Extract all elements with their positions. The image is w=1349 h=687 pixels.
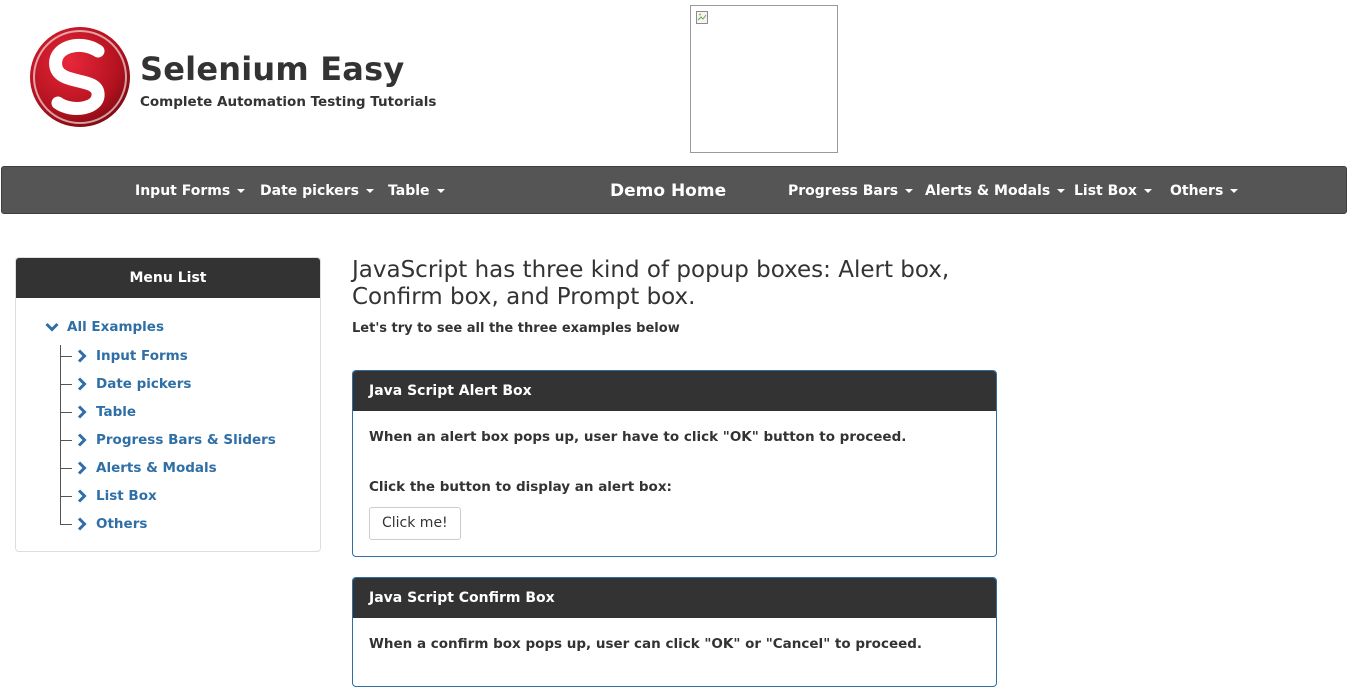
caret-down-icon (237, 189, 246, 193)
chevron-right-icon (77, 349, 87, 363)
alert-prompt: Click the button to display an alert box… (369, 479, 672, 495)
nav-label: Alerts & Modals (925, 183, 1051, 199)
alert-click-me-button[interactable]: Click me! (369, 507, 461, 540)
alert-description: When an alert box pops up, user have to … (369, 429, 907, 445)
caret-down-icon (436, 189, 445, 193)
tree-item-label: List Box (96, 488, 157, 504)
tree-item-label: Table (96, 404, 137, 420)
brand-subtitle: Complete Automation Testing Tutorials (140, 94, 437, 110)
caret-down-icon (365, 189, 374, 193)
confirm-description: When a confirm box pops up, user can cli… (369, 636, 923, 652)
chevron-right-icon (77, 377, 87, 391)
tree-item-label: Input Forms (96, 348, 188, 364)
tree-branch (60, 440, 72, 441)
caret-down-icon (1230, 189, 1239, 193)
alert-panel-heading: Java Script Alert Box (353, 371, 996, 411)
caret-down-icon (905, 189, 914, 193)
tree-branch (60, 412, 72, 413)
caret-down-icon (1143, 189, 1152, 193)
chevron-right-icon (77, 461, 87, 475)
nav-label: List Box (1074, 183, 1137, 199)
tree-root-label: All Examples (67, 319, 164, 335)
tree-branch (60, 496, 72, 497)
nav-list-box[interactable]: List Box (1074, 167, 1152, 215)
nav-label: Progress Bars (788, 183, 899, 199)
tree-branch (60, 384, 72, 385)
nav-alerts-modals[interactable]: Alerts & Modals (925, 167, 1066, 215)
caret-down-icon (1057, 189, 1066, 193)
tree-item-label: Date pickers (96, 376, 192, 392)
nav-label: Table (388, 183, 430, 199)
tree-item-label: Progress Bars & Sliders (96, 432, 276, 448)
main-navbar: Input Forms Date pickers Table Demo Home… (1, 166, 1347, 214)
chevron-right-icon (77, 489, 87, 503)
menu-list-title: Menu List (16, 258, 320, 298)
tree-branch (60, 356, 72, 357)
nav-input-forms[interactable]: Input Forms (135, 167, 246, 215)
nav-progress-bars[interactable]: Progress Bars (788, 167, 914, 215)
nav-others[interactable]: Others (1170, 167, 1239, 215)
page-title: JavaScript has three kind of popup boxes… (352, 257, 950, 310)
tree-branch (60, 524, 72, 525)
nav-label: Date pickers (260, 183, 359, 199)
chevron-right-icon (77, 517, 87, 531)
page-subtitle: Let's try to see all the three examples … (352, 321, 680, 336)
tree-branch (60, 468, 72, 469)
advertisement-frame[interactable] (690, 5, 838, 153)
selenium-easy-logo[interactable] (28, 25, 132, 129)
site-header: Selenium Easy Complete Automation Testin… (0, 0, 1349, 165)
tree-item-label: Alerts & Modals (96, 460, 217, 476)
menu-list-panel: Menu List All Examples Input Forms Date … (15, 257, 321, 552)
nav-table[interactable]: Table (388, 167, 445, 215)
brand-title: Selenium Easy (140, 50, 405, 88)
nav-demo-home[interactable]: Demo Home (610, 167, 726, 215)
confirm-box-panel: Java Script Confirm Box When a confirm b… (352, 577, 997, 687)
chevron-right-icon (77, 405, 87, 419)
tree-root-all-examples[interactable]: All Examples (45, 317, 164, 337)
nav-label: Others (1170, 183, 1224, 199)
nav-label: Input Forms (135, 183, 231, 199)
nav-date-pickers[interactable]: Date pickers (260, 167, 374, 215)
tree-connector (60, 345, 61, 525)
broken-image-icon (696, 11, 708, 24)
chevron-down-icon (45, 322, 59, 332)
chevron-right-icon (77, 433, 87, 447)
tree-item-label: Others (96, 516, 148, 532)
alert-box-panel: Java Script Alert Box When an alert box … (352, 370, 997, 557)
confirm-panel-heading: Java Script Confirm Box (353, 578, 996, 618)
